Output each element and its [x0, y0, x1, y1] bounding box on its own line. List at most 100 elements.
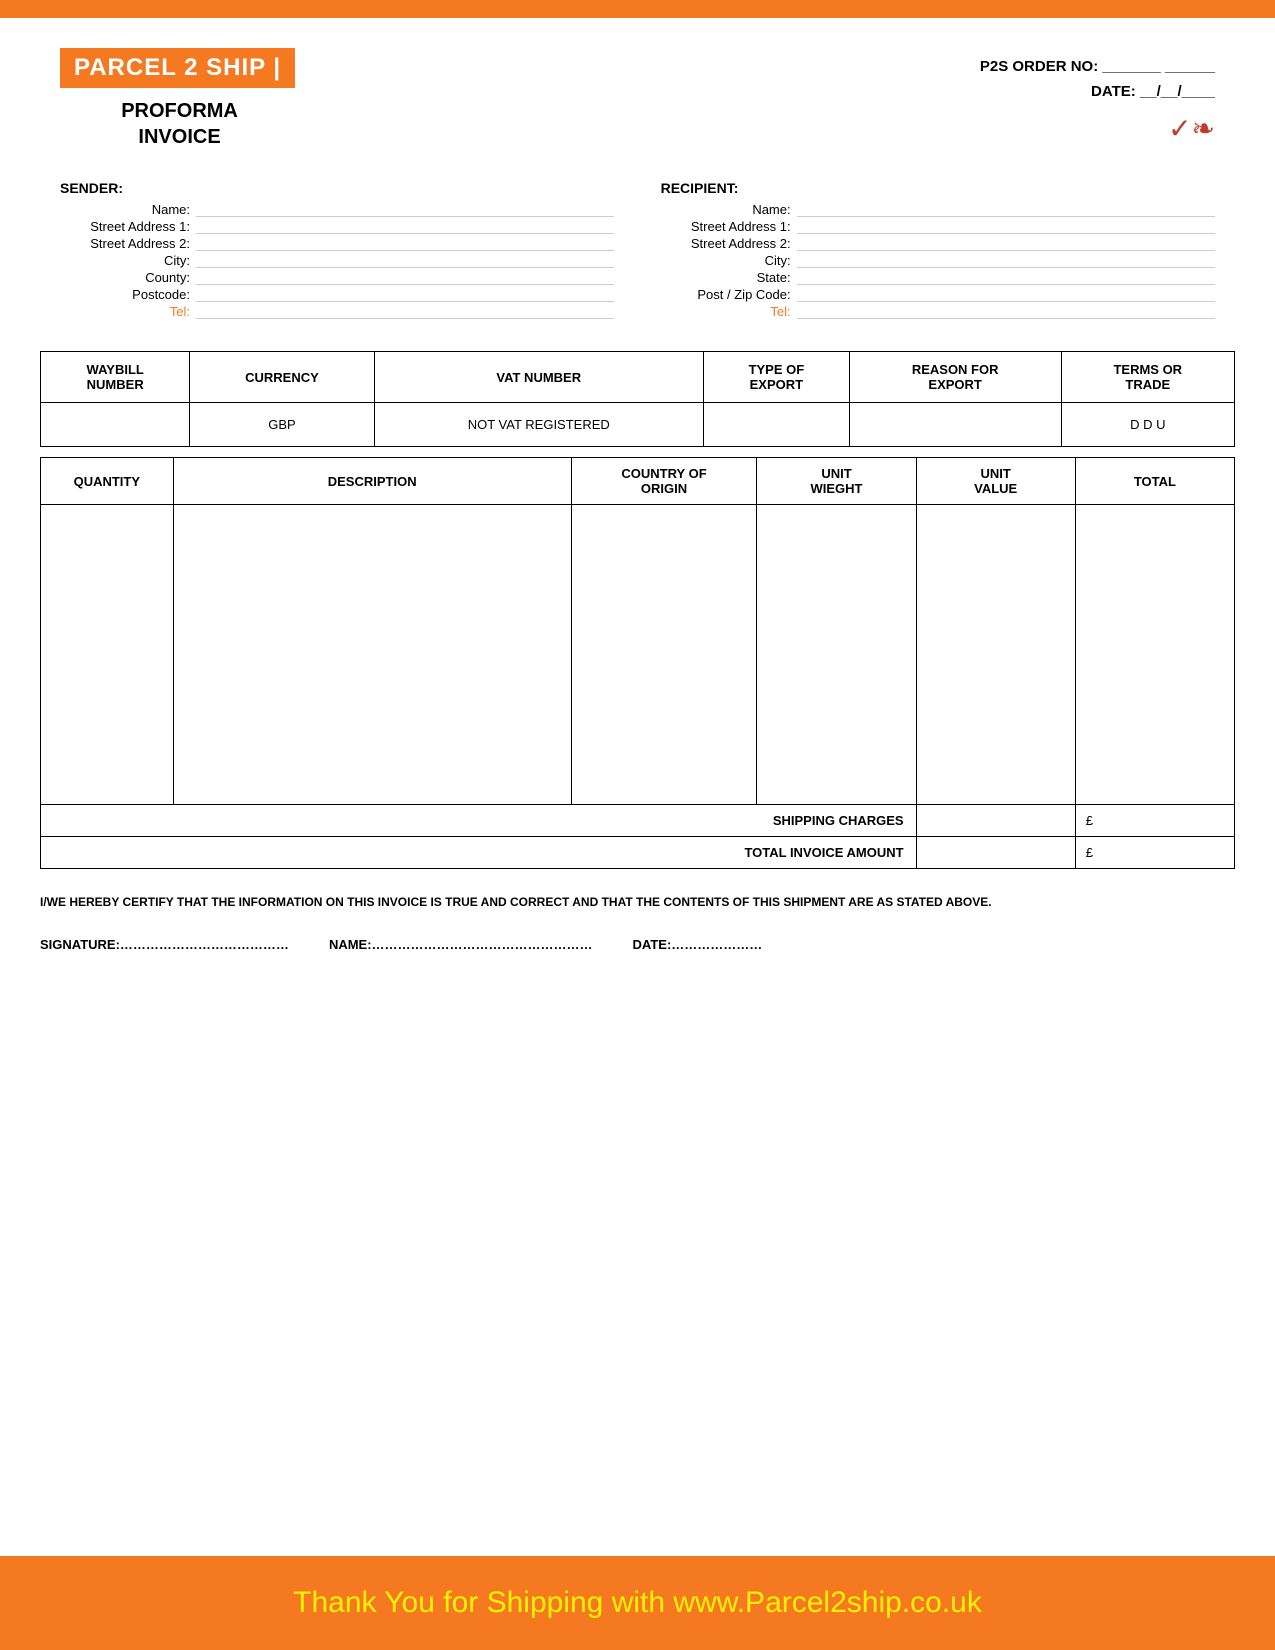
- col-unit-weight: UNITWIEGHT: [757, 458, 916, 505]
- footer-bar: Thank You for Shipping with www.Parcel2s…: [0, 1556, 1275, 1650]
- triangle-pointer-icon: [614, 972, 662, 992]
- total-invoice-label: TOTAL INVOICE AMOUNT: [41, 837, 917, 869]
- sender-street2-label: Street Address 2:: [60, 236, 190, 251]
- items-table: QUANTITY DESCRIPTION COUNTRY OFORIGIN UN…: [40, 457, 1235, 869]
- recipient-street2-value: [797, 236, 1215, 251]
- sender-county-label: County:: [60, 270, 190, 285]
- sender-street1-label: Street Address 1:: [60, 219, 190, 234]
- sender-street2-value: [196, 236, 614, 251]
- recipient-zip-label: Post / Zip Code:: [661, 287, 791, 302]
- sender-street1-value: [196, 219, 614, 234]
- order-date-section: P2S ORDER NO: _______ ______ DATE: __/__…: [980, 48, 1215, 145]
- logo-pipe: |: [266, 54, 281, 81]
- origin-1: [571, 505, 757, 805]
- vat-value: NOT VAT REGISTERED: [374, 403, 703, 447]
- sender-street2-row: Street Address 2:: [60, 236, 614, 251]
- sender-label: SENDER:: [60, 180, 614, 196]
- signature-field-label: SIGNATURE:…………………………………: [40, 937, 289, 952]
- recipient-tel-label: Tel:: [661, 304, 791, 319]
- total-invoice-row: TOTAL INVOICE AMOUNT £: [41, 837, 1235, 869]
- certification-section: I/WE HEREBY CERTIFY THAT THE INFORMATION…: [0, 879, 1275, 921]
- header-area: PARCEL 2 SHIP | PROFORMA INVOICE P2S ORD…: [0, 18, 1275, 160]
- signature-decoration-icon: ✓❧: [980, 112, 1215, 145]
- terms-value: D D U: [1061, 403, 1234, 447]
- recipient-name-label: Name:: [661, 202, 791, 217]
- recipient-street2-label: Street Address 2:: [661, 236, 791, 251]
- recipient-state-label: State:: [661, 270, 791, 285]
- col-waybill: WAYBILLNUMBER: [41, 352, 190, 403]
- desc-1: [173, 505, 571, 805]
- recipient-block: RECIPIENT: Name: Street Address 1: Stree…: [661, 180, 1215, 321]
- upper-info-table: WAYBILLNUMBER CURRENCY VAT NUMBER TYPE O…: [40, 351, 1235, 447]
- recipient-name-value: [797, 202, 1215, 217]
- sender-tel-row: Tel:: [60, 304, 614, 319]
- sender-city-row: City:: [60, 253, 614, 268]
- waybill-value: [41, 403, 190, 447]
- recipient-tel-value: [797, 304, 1215, 319]
- sender-postcode-row: Postcode:: [60, 287, 614, 302]
- thank-you-text: Thank You for Shipping with www.Parcel2s…: [40, 1586, 1235, 1620]
- order-number-line: P2S ORDER NO: _______ ______: [980, 58, 1215, 75]
- name-field-label: NAME:……………………………………………: [329, 937, 593, 952]
- recipient-street2-row: Street Address 2:: [661, 236, 1215, 251]
- items-table-container: QUANTITY DESCRIPTION COUNTRY OFORIGIN UN…: [0, 457, 1275, 879]
- recipient-city-value: [797, 253, 1215, 268]
- col-total: TOTAL: [1075, 458, 1234, 505]
- recipient-zip-row: Post / Zip Code:: [661, 287, 1215, 302]
- sender-postcode-value: [196, 287, 614, 302]
- items-data-row-1: [41, 505, 1235, 805]
- qty-1: [41, 505, 174, 805]
- total-value-cell: £: [1075, 837, 1234, 869]
- recipient-zip-value: [797, 287, 1215, 302]
- logo: PARCEL 2 SHIP |: [60, 48, 299, 88]
- date-line: DATE: __/__/____: [980, 83, 1215, 100]
- col-country-origin: COUNTRY OFORIGIN: [571, 458, 757, 505]
- sender-name-label: Name:: [60, 202, 190, 217]
- sender-name-value: [196, 202, 614, 217]
- sender-tel-value: [196, 304, 614, 319]
- shipping-weight-cell: [916, 805, 1075, 837]
- total-weight-cell: [916, 837, 1075, 869]
- sender-city-value: [196, 253, 614, 268]
- sender-county-value: [196, 270, 614, 285]
- col-unit-value: UNITVALUE: [916, 458, 1075, 505]
- unit-weight-1: [757, 505, 916, 805]
- recipient-city-row: City:: [661, 253, 1215, 268]
- col-terms: TERMS ORTRADE: [1061, 352, 1234, 403]
- recipient-name-row: Name:: [661, 202, 1215, 217]
- col-currency: CURRENCY: [190, 352, 374, 403]
- items-header-row: QUANTITY DESCRIPTION COUNTRY OFORIGIN UN…: [41, 458, 1235, 505]
- recipient-state-row: State:: [661, 270, 1215, 285]
- col-vat: VAT NUMBER: [374, 352, 703, 403]
- signature-line: SIGNATURE:………………………………… NAME:………………………………: [0, 921, 1275, 972]
- col-description: DESCRIPTION: [173, 458, 571, 505]
- certification-text: I/WE HEREBY CERTIFY THAT THE INFORMATION…: [40, 893, 1235, 911]
- shipping-charges-label: SHIPPING CHARGES: [41, 805, 917, 837]
- addresses-section: SENDER: Name: Street Address 1: Street A…: [0, 160, 1275, 331]
- upper-table-header-row: WAYBILLNUMBER CURRENCY VAT NUMBER TYPE O…: [41, 352, 1235, 403]
- shipping-value-cell: £: [1075, 805, 1234, 837]
- sender-city-label: City:: [60, 253, 190, 268]
- recipient-street1-label: Street Address 1:: [661, 219, 791, 234]
- top-orange-bar: [0, 0, 1275, 18]
- col-reason-export: REASON FOREXPORT: [849, 352, 1061, 403]
- col-type-export: TYPE OFEXPORT: [703, 352, 849, 403]
- sender-postcode-label: Postcode:: [60, 287, 190, 302]
- invoice-title: PROFORMA INVOICE: [121, 98, 238, 150]
- recipient-label: RECIPIENT:: [661, 180, 1215, 196]
- shipping-charges-row: SHIPPING CHARGES £: [41, 805, 1235, 837]
- unit-value-1: [916, 505, 1075, 805]
- recipient-street1-value: [797, 219, 1215, 234]
- logo-section: PARCEL 2 SHIP | PROFORMA INVOICE: [60, 48, 299, 150]
- upper-table-data-row: GBP NOT VAT REGISTERED D D U: [41, 403, 1235, 447]
- date-field-label: DATE:…………………: [633, 937, 763, 952]
- sender-tel-label: Tel:: [60, 304, 190, 319]
- sender-block: SENDER: Name: Street Address 1: Street A…: [60, 180, 614, 321]
- recipient-state-value: [797, 270, 1215, 285]
- recipient-street1-row: Street Address 1:: [661, 219, 1215, 234]
- sender-name-row: Name:: [60, 202, 614, 217]
- reason-export-value: [849, 403, 1061, 447]
- currency-value: GBP: [190, 403, 374, 447]
- upper-table-container: WAYBILLNUMBER CURRENCY VAT NUMBER TYPE O…: [0, 331, 1275, 457]
- recipient-tel-row: Tel:: [661, 304, 1215, 319]
